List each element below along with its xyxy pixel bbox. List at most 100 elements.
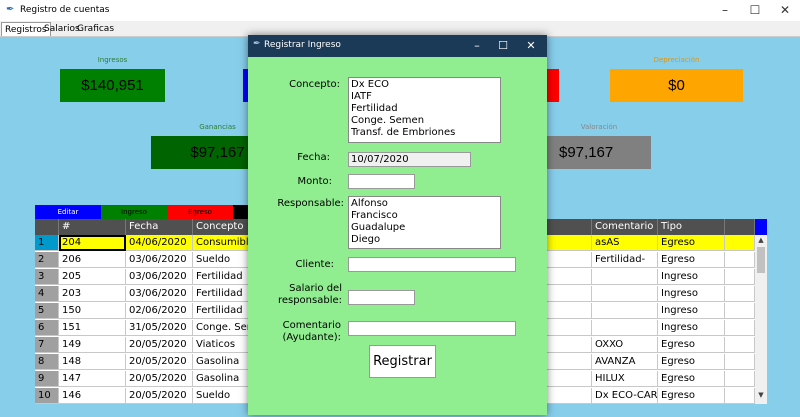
maximize-button[interactable]: ☐ [740,0,770,21]
scroll-up-icon[interactable]: ▲ [755,235,767,246]
cell-id[interactable]: 149 [59,337,126,353]
cell-c10[interactable] [725,320,755,336]
concepto-option[interactable]: Dx ECO [351,79,498,91]
cell-tipo[interactable]: Egreso [658,252,725,268]
registrar-button[interactable]: Registrar [369,345,436,378]
tab-graficas[interactable]: Graficas [74,22,117,36]
cell-c10[interactable] [725,235,755,251]
minimize-button[interactable]: – [710,0,740,21]
cell-comentario[interactable]: HILUX [592,371,658,387]
cell-tipo[interactable]: Egreso [658,371,725,387]
cell-id[interactable]: 205 [59,269,126,285]
cell-comentario[interactable]: AVANZA [592,354,658,370]
cell-id[interactable]: 204 [59,235,126,251]
cell-c10[interactable] [725,337,755,353]
cell-n[interactable]: 8 [35,354,59,370]
salario-field[interactable] [348,290,415,305]
cell-fecha[interactable]: 20/05/2020 [126,354,193,370]
cell-fecha[interactable]: 03/06/2020 [126,269,193,285]
cell-comentario[interactable] [592,303,658,319]
cell-id[interactable]: 147 [59,371,126,387]
cell-fecha[interactable]: 20/05/2020 [126,388,193,404]
cell-comentario[interactable] [592,286,658,302]
cell-c10[interactable] [725,371,755,387]
cell-tipo[interactable]: Ingreso [658,320,725,336]
cell-fecha[interactable]: 20/05/2020 [126,337,193,353]
fecha-field[interactable]: 10/07/2020 [348,152,471,167]
header-id[interactable]: # [59,219,126,235]
cell-comentario[interactable] [592,269,658,285]
cell-tipo[interactable]: Egreso [658,337,725,353]
responsable-listbox[interactable]: Alfonso Francisco Guadalupe Diego [348,196,501,249]
concepto-option[interactable]: Fertilidad [351,103,498,115]
cell-fecha[interactable]: 03/06/2020 [126,286,193,302]
cell-n[interactable]: 4 [35,286,59,302]
concepto-option[interactable]: Conge. Semen [351,115,498,127]
dialog-maximize-button[interactable]: ☐ [490,35,516,57]
concepto-option[interactable]: IATF [351,91,498,103]
monto-field[interactable] [348,174,415,189]
cell-fecha[interactable]: 04/06/2020 [126,235,193,251]
cell-id[interactable]: 148 [59,354,126,370]
cell-tipo[interactable]: Ingreso [658,286,725,302]
cell-comentario[interactable]: OXXO [592,337,658,353]
cell-n[interactable]: 3 [35,269,59,285]
concepto-option[interactable]: Transf. de Embriones [351,127,498,139]
ingreso-button[interactable]: Ingreso [101,205,167,219]
cell-tipo[interactable]: Egreso [658,354,725,370]
cell-comentario[interactable]: Fertilidad- [592,252,658,268]
header-extra [725,219,755,235]
cell-tipo[interactable]: Egreso [658,235,725,251]
cell-id[interactable]: 151 [59,320,126,336]
header-tipo[interactable]: Tipo [658,219,725,235]
cell-comentario[interactable]: asAS [592,235,658,251]
cell-n[interactable]: 7 [35,337,59,353]
header-fecha[interactable]: Fecha [126,219,193,235]
concepto-listbox[interactable]: Dx ECO IATF Fertilidad Conge. Semen Transf. … [348,77,501,143]
cell-comentario[interactable]: Dx ECO-CAR [592,388,658,404]
cell-n[interactable]: 2 [35,252,59,268]
cell-c10[interactable] [725,252,755,268]
cell-fecha[interactable]: 02/06/2020 [126,303,193,319]
cell-c10[interactable] [725,354,755,370]
cell-id[interactable]: 203 [59,286,126,302]
close-button[interactable]: ✕ [770,0,800,21]
cell-tipo[interactable]: Egreso [658,388,725,404]
cell-n[interactable]: 9 [35,371,59,387]
comentario-label-line2: (Ayudante): [282,332,341,343]
responsable-option[interactable]: Francisco [351,210,498,222]
cell-n[interactable]: 1 [35,235,59,251]
header-comentario[interactable]: Comentario [592,219,658,235]
cell-c10[interactable] [725,269,755,285]
cell-c10[interactable] [725,303,755,319]
dialog-close-button[interactable]: ✕ [518,35,544,57]
responsable-option[interactable]: Diego [351,234,498,246]
cell-fecha[interactable]: 03/06/2020 [126,252,193,268]
cell-n[interactable]: 10 [35,388,59,404]
editar-button[interactable]: Editar [35,205,101,219]
cell-n[interactable]: 6 [35,320,59,336]
cell-n[interactable]: 5 [35,303,59,319]
depreciacion-caption: Depreciación [653,56,700,64]
responsable-option[interactable]: Guadalupe [351,222,498,234]
cell-fecha[interactable]: 31/05/2020 [126,320,193,336]
egreso-button[interactable]: Egreso [167,205,233,219]
cell-tipo[interactable]: Ingreso [658,303,725,319]
cell-id[interactable]: 150 [59,303,126,319]
dialog-minimize-button[interactable]: – [464,35,490,57]
table-scrollbar[interactable]: ▲ ▼ [755,235,767,404]
cell-id[interactable]: 206 [59,252,126,268]
responsable-option[interactable]: Alfonso [351,198,498,210]
scroll-down-icon[interactable]: ▼ [755,390,767,401]
cell-id[interactable]: 146 [59,388,126,404]
cell-c10[interactable] [725,388,755,404]
black-button[interactable] [233,205,248,219]
depreciacion-card: $0 [610,69,743,102]
cell-tipo[interactable]: Ingreso [658,269,725,285]
cell-c10[interactable] [725,286,755,302]
comentario-field[interactable] [348,321,516,336]
cell-fecha[interactable]: 20/05/2020 [126,371,193,387]
scroll-thumb[interactable] [757,247,765,273]
cliente-field[interactable] [348,257,516,272]
cell-comentario[interactable] [592,320,658,336]
